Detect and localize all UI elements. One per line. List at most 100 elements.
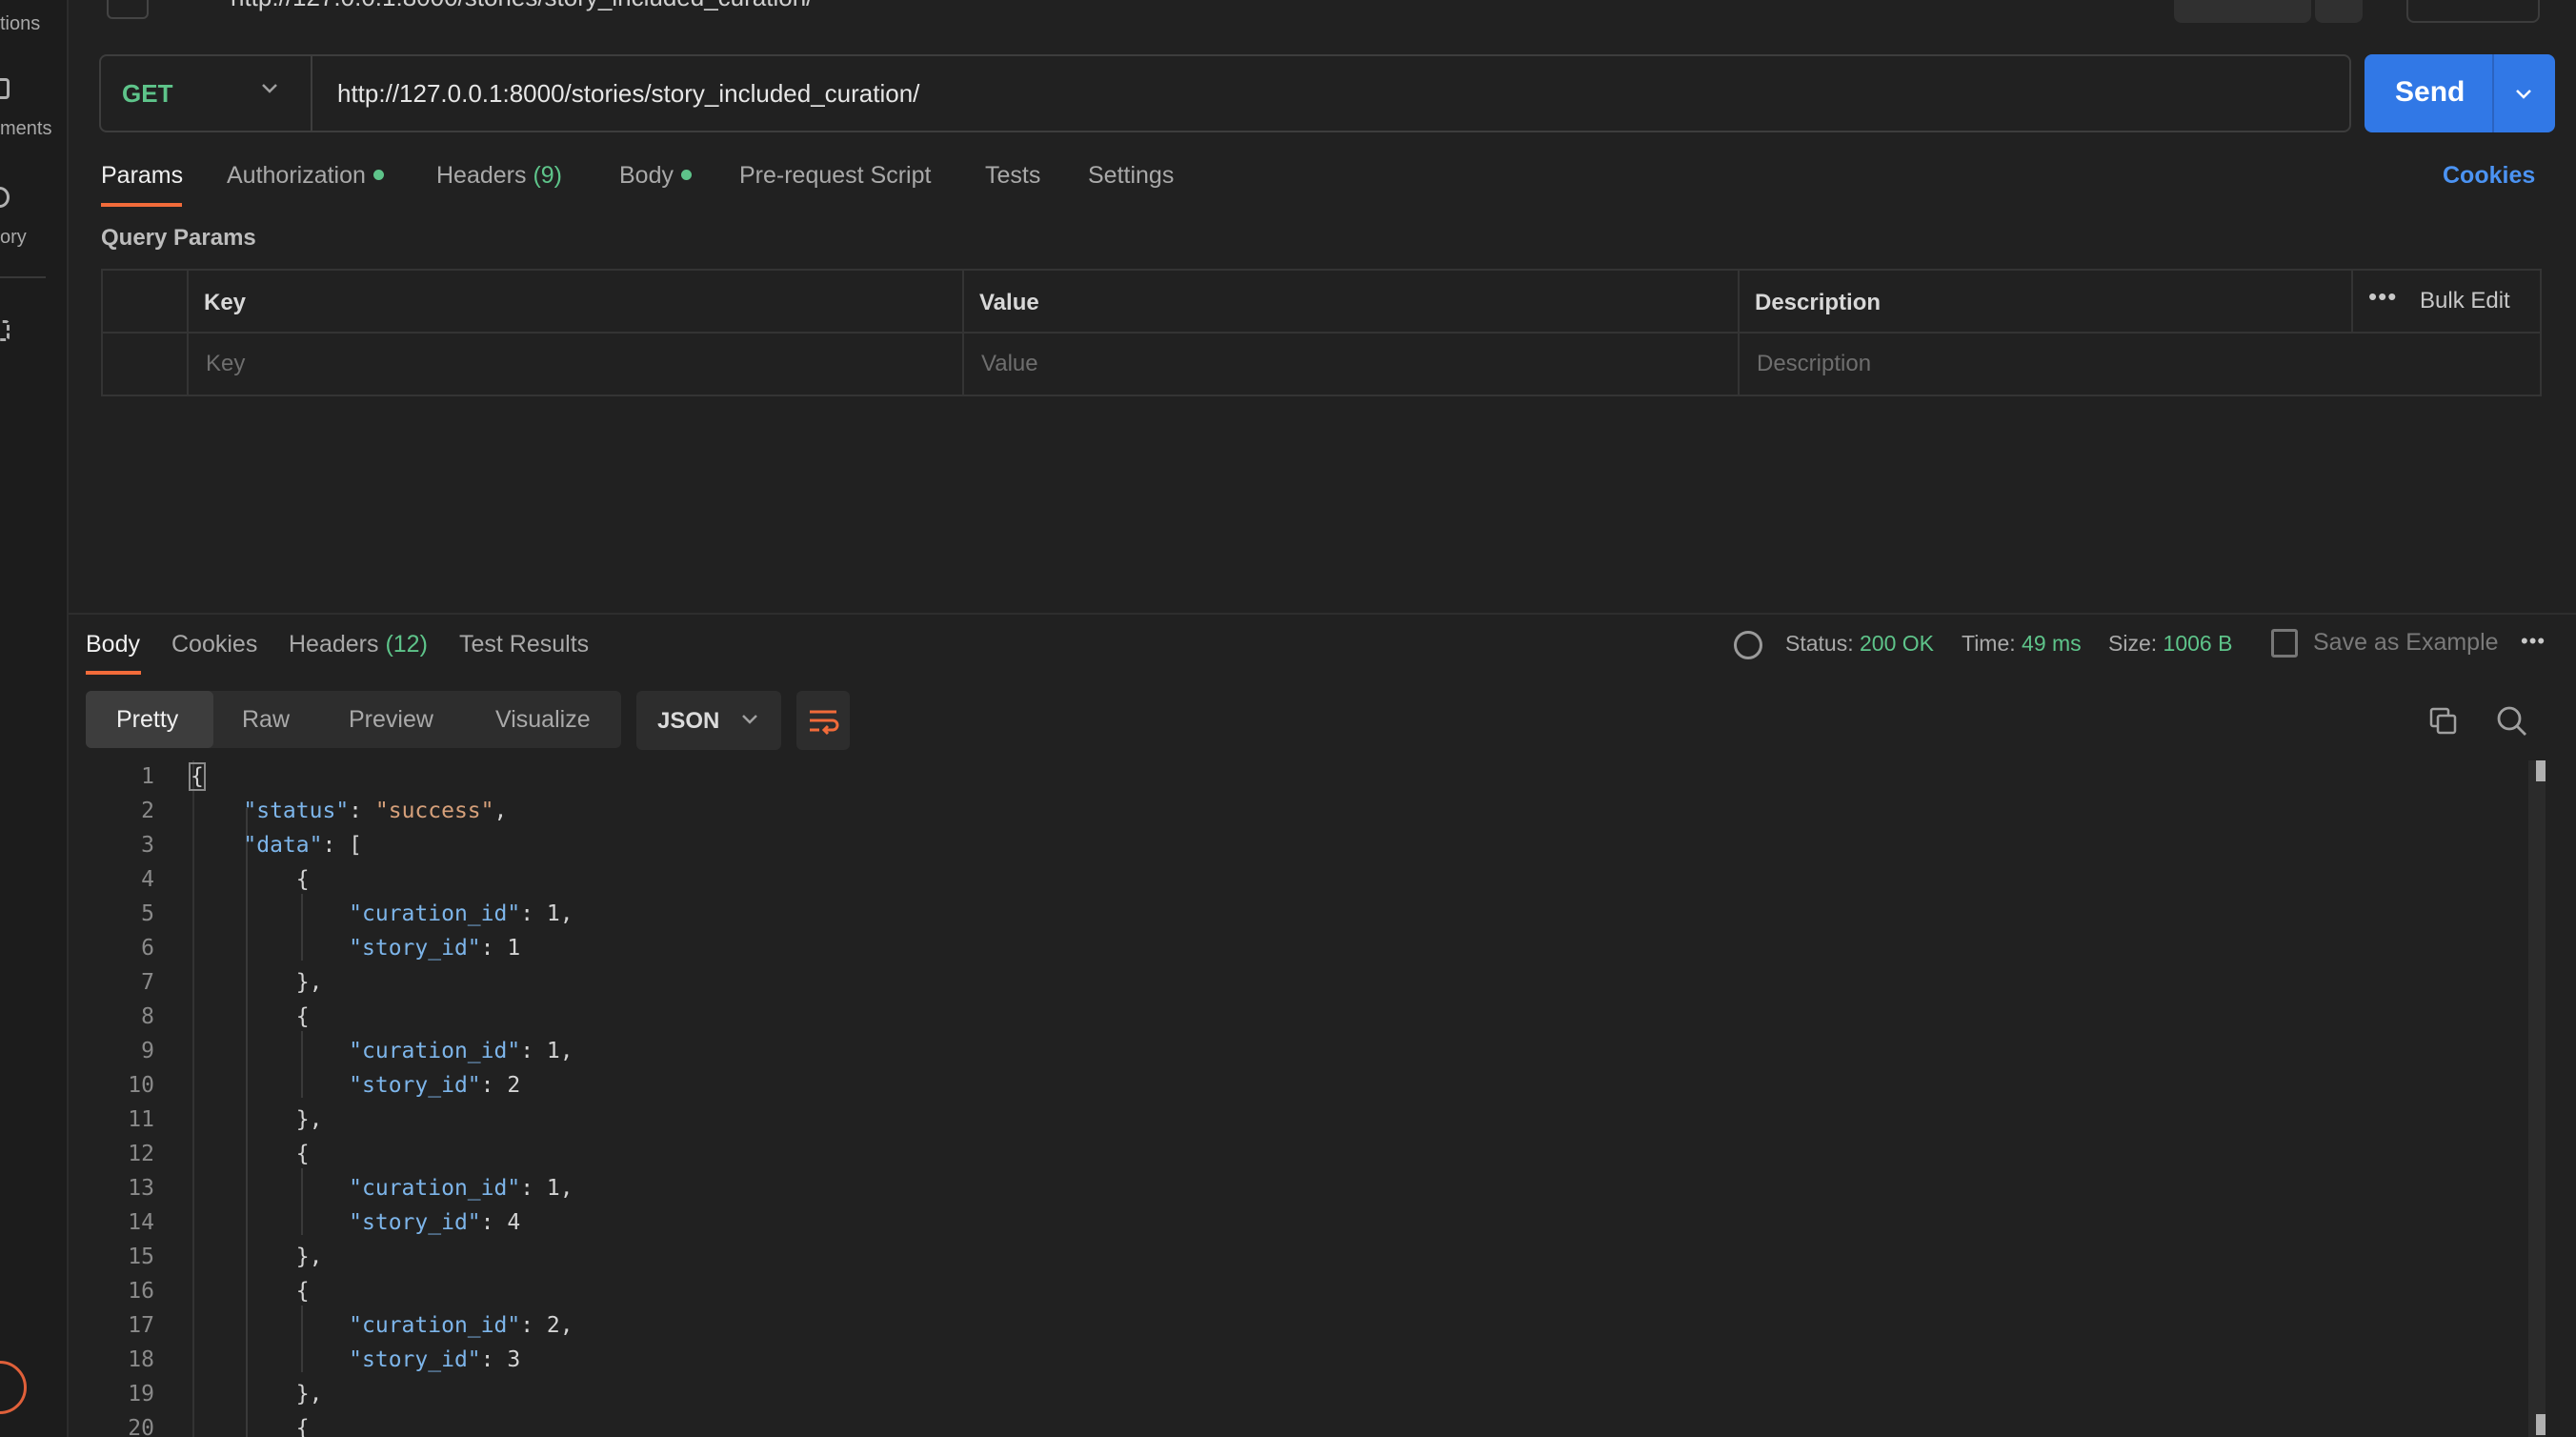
- save-icon: [2271, 629, 2298, 658]
- tab-settings[interactable]: Settings: [1088, 162, 1174, 190]
- key-input[interactable]: Key: [206, 351, 245, 377]
- json-number: 1: [546, 1039, 560, 1063]
- view-mode-pretty[interactable]: Pretty: [116, 706, 178, 734]
- code-line: {: [191, 1004, 310, 1029]
- line-number: 20: [128, 1416, 154, 1437]
- method-label: GET: [122, 79, 173, 108]
- view-mode-visualize[interactable]: Visualize: [495, 706, 591, 734]
- format-select[interactable]: JSON: [636, 691, 781, 750]
- bulk-edit-button[interactable]: Bulk Edit: [2420, 288, 2510, 314]
- headers-count: (12): [385, 631, 428, 658]
- response-status[interactable]: Status: 200 OK: [1785, 631, 1934, 657]
- url-input[interactable]: http://127.0.0.1:8000/stories/story_incl…: [337, 79, 919, 109]
- chevron-down-icon: [742, 715, 757, 724]
- line-number: 10: [128, 1073, 154, 1098]
- add-workspace-icon[interactable]: [0, 320, 10, 341]
- tab-response-headers[interactable]: Headers (12): [289, 631, 428, 658]
- active-tab-indicator: [86, 671, 141, 675]
- line-number: 11: [128, 1107, 154, 1132]
- description-input[interactable]: Description: [1757, 351, 1871, 377]
- response-size[interactable]: Size: 1006 B: [2108, 631, 2232, 657]
- code-line: },: [191, 970, 323, 995]
- tab-authorization[interactable]: Authorization: [227, 162, 384, 190]
- save-options-button[interactable]: [2315, 0, 2363, 23]
- pane-splitter[interactable]: [69, 613, 2576, 615]
- wrap-lines-button[interactable]: [796, 691, 850, 750]
- code-line: },: [191, 1245, 323, 1269]
- run-button[interactable]: [2406, 0, 2540, 23]
- send-divider: [2492, 54, 2494, 132]
- json-number: 1: [546, 1176, 560, 1201]
- url-bar: GET http://127.0.0.1:8000/stories/story_…: [99, 54, 2351, 132]
- globe-icon[interactable]: [1734, 631, 1762, 659]
- save-button[interactable]: [2174, 0, 2311, 23]
- code-line: {: [189, 762, 206, 791]
- json-number: 3: [507, 1347, 521, 1372]
- tab-response-body[interactable]: Body: [86, 631, 140, 658]
- runner-icon[interactable]: [0, 1361, 27, 1414]
- code-line: "story_id": 4: [349, 1210, 521, 1235]
- view-mode-raw[interactable]: Raw: [242, 706, 290, 734]
- more-options-icon[interactable]: •••: [2521, 629, 2546, 654]
- line-number: 1: [141, 764, 154, 789]
- line-number: 4: [141, 867, 154, 892]
- save-as-example-button[interactable]: Save as Example: [2313, 629, 2499, 657]
- code-line: },: [191, 1382, 323, 1407]
- format-label: JSON: [657, 708, 720, 734]
- tab-response-cookies[interactable]: Cookies: [171, 631, 257, 658]
- tab-headers[interactable]: Headers (9): [436, 162, 562, 190]
- value-input[interactable]: Value: [981, 351, 1038, 377]
- sidebar-item-history[interactable]: ory: [0, 227, 69, 249]
- size-value: 1006 B: [2163, 631, 2233, 656]
- line-number: 8: [141, 1004, 154, 1029]
- tab-label: Headers: [289, 631, 379, 658]
- request-header-bar: http://127.0.0.1:8000/stories/story_incl…: [69, 0, 2576, 23]
- response-time[interactable]: Time: 49 ms: [1962, 631, 2082, 657]
- sidebar-item-collections[interactable]: tions: [0, 13, 69, 35]
- size-label: Size:: [2108, 631, 2158, 656]
- status-dot: [372, 169, 384, 180]
- json-number: 4: [507, 1210, 521, 1235]
- method-select[interactable]: GET: [101, 56, 312, 131]
- copy-icon[interactable]: [2429, 707, 2458, 736]
- json-key: "curation_id": [349, 1039, 521, 1063]
- line-number: 6: [141, 936, 154, 961]
- json-key: "story_id": [349, 936, 481, 961]
- view-mode-preview[interactable]: Preview: [349, 706, 433, 734]
- line-number: 13: [128, 1176, 154, 1201]
- line-number: 7: [141, 970, 154, 995]
- line-number: 2: [141, 799, 154, 823]
- code-line: {: [191, 1142, 310, 1166]
- tab-body[interactable]: Body: [619, 162, 692, 190]
- response-body-viewer[interactable]: 1 2 3 4 5 6 7 8 9 10 11 12 13 14 15 16 1…: [86, 760, 2525, 1437]
- chevron-down-icon: [262, 84, 277, 93]
- time-label: Time:: [1962, 631, 2016, 656]
- tab-test-results[interactable]: Test Results: [459, 631, 589, 658]
- left-sidebar: tions ments ory: [0, 0, 69, 1437]
- vertical-scrollbar[interactable]: [2528, 760, 2546, 1437]
- more-options-icon[interactable]: •••: [2368, 282, 2397, 312]
- send-button[interactable]: Send: [2365, 54, 2555, 132]
- tab-params[interactable]: Params: [101, 162, 183, 190]
- json-number: 1: [546, 901, 560, 926]
- line-number: 15: [128, 1245, 154, 1269]
- line-number: 12: [128, 1142, 154, 1166]
- tab-tests[interactable]: Tests: [985, 162, 1040, 190]
- json-key: "story_id": [349, 1210, 481, 1235]
- send-label: Send: [2395, 76, 2465, 108]
- sidebar-divider: [0, 276, 46, 278]
- sidebar-item-label: ory: [0, 227, 27, 248]
- cookies-link[interactable]: Cookies: [2443, 162, 2535, 190]
- chevron-down-icon[interactable]: [2513, 83, 2534, 104]
- environments-icon: [0, 78, 10, 99]
- tab-pre-request-script[interactable]: Pre-request Script: [739, 162, 931, 190]
- back-icon[interactable]: [107, 0, 149, 19]
- query-params-table: Key Value Description ••• Bulk Edit Key …: [101, 269, 2542, 396]
- code-line: "curation_id": 1,: [349, 1176, 574, 1201]
- sidebar-item-environments[interactable]: ments: [0, 118, 69, 140]
- search-icon[interactable]: [2496, 705, 2528, 738]
- column-divider: [962, 271, 964, 395]
- code-line: "curation_id": 1,: [349, 1039, 574, 1063]
- scrollbar-thumb[interactable]: [2536, 760, 2546, 781]
- code-line: {: [191, 867, 310, 892]
